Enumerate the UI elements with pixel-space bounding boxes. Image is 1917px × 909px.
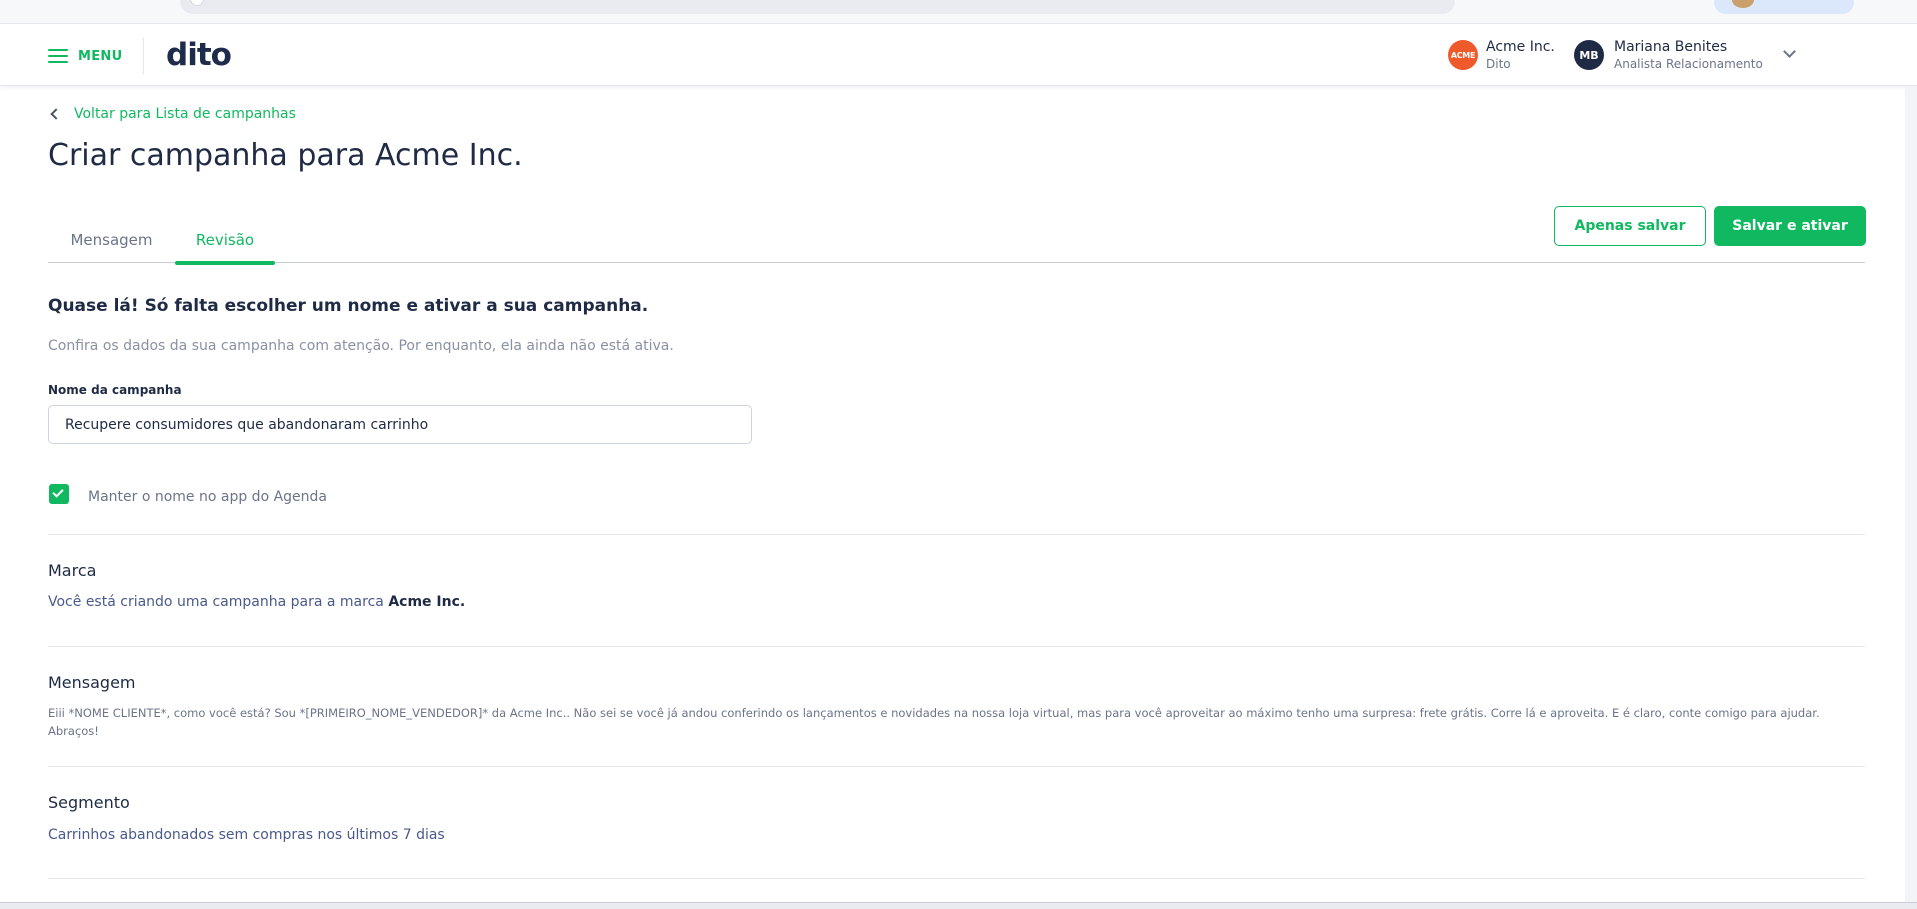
company-logo: ACME xyxy=(1448,40,1478,70)
message-section-title: Mensagem xyxy=(48,673,136,692)
company-sub: Dito xyxy=(1486,57,1511,71)
back-link-label: Voltar para Lista de campanhas xyxy=(74,106,296,122)
section-divider xyxy=(48,878,1865,879)
profile-pill[interactable] xyxy=(1714,0,1854,14)
tab-label: Revisão xyxy=(195,231,255,249)
menu-button[interactable]: MENU xyxy=(48,46,122,66)
brand-section-text: Você está criando uma campanha para a ma… xyxy=(48,594,465,610)
user-menu[interactable]: MB Mariana Benites Analista Relacionamen… xyxy=(1574,38,1796,72)
review-subtitle: Confira os dados da sua campanha com ate… xyxy=(48,338,674,354)
brand-section-title: Marca xyxy=(48,561,97,580)
address-bar[interactable] xyxy=(180,0,1455,14)
site-icon xyxy=(190,0,204,6)
avatar xyxy=(1732,0,1754,8)
campaign-name-label: Nome da campanha xyxy=(48,383,182,397)
app-header: MENU dito ACME Acme Inc. Dito MB Mariana… xyxy=(0,24,1917,86)
user-name: Mariana Benites xyxy=(1614,39,1728,55)
menu-label: MENU xyxy=(78,48,123,64)
segment-section-title: Segmento xyxy=(48,793,130,812)
review-heading: Quase lá! Só falta escolher um nome e at… xyxy=(48,296,649,316)
bottom-edge xyxy=(0,902,1917,909)
check-icon xyxy=(52,486,64,498)
page-title: Criar campanha para Acme Inc. xyxy=(48,138,523,173)
user-role: Analista Relacionamento xyxy=(1614,57,1763,71)
save-only-button[interactable]: Apenas salvar xyxy=(1554,206,1706,246)
segment-section-text: Carrinhos abandonados sem compras nos úl… xyxy=(48,827,445,843)
logo-text: dito xyxy=(166,37,232,73)
user-avatar: MB xyxy=(1574,40,1604,70)
brand-name: Acme Inc. xyxy=(388,594,466,610)
message-section-text: Eiii *NOME CLIENTE*, como você está? Sou… xyxy=(48,706,1820,738)
keep-name-checkbox[interactable] xyxy=(49,484,69,504)
active-tab-indicator xyxy=(175,261,275,265)
scrollbar[interactable] xyxy=(1905,86,1917,909)
section-divider xyxy=(48,766,1865,767)
back-link[interactable]: Voltar para Lista de campanhas xyxy=(50,106,296,122)
tab-mensagem[interactable]: Mensagem xyxy=(48,228,175,263)
dito-logo[interactable]: dito xyxy=(166,37,232,73)
company-selector[interactable]: ACME Acme Inc. Dito xyxy=(1448,38,1555,72)
company-name: Acme Inc. xyxy=(1486,39,1555,55)
campaign-name-input[interactable] xyxy=(48,405,752,444)
browser-top-strip xyxy=(0,0,1917,24)
section-divider xyxy=(48,646,1865,647)
chevron-left-icon xyxy=(50,108,62,120)
save-and-activate-button[interactable]: Salvar e ativar xyxy=(1714,206,1866,246)
chevron-down-icon[interactable] xyxy=(1782,44,1796,58)
section-divider xyxy=(48,534,1865,535)
hamburger-icon xyxy=(48,49,68,63)
tab-label: Mensagem xyxy=(70,231,153,249)
tab-revisao[interactable]: Revisão xyxy=(175,228,275,265)
keep-name-label: Manter o nome no app do Agenda xyxy=(88,489,328,505)
brand-text-prefix: Você está criando uma campanha para a ma… xyxy=(48,594,389,610)
header-divider xyxy=(143,38,144,74)
